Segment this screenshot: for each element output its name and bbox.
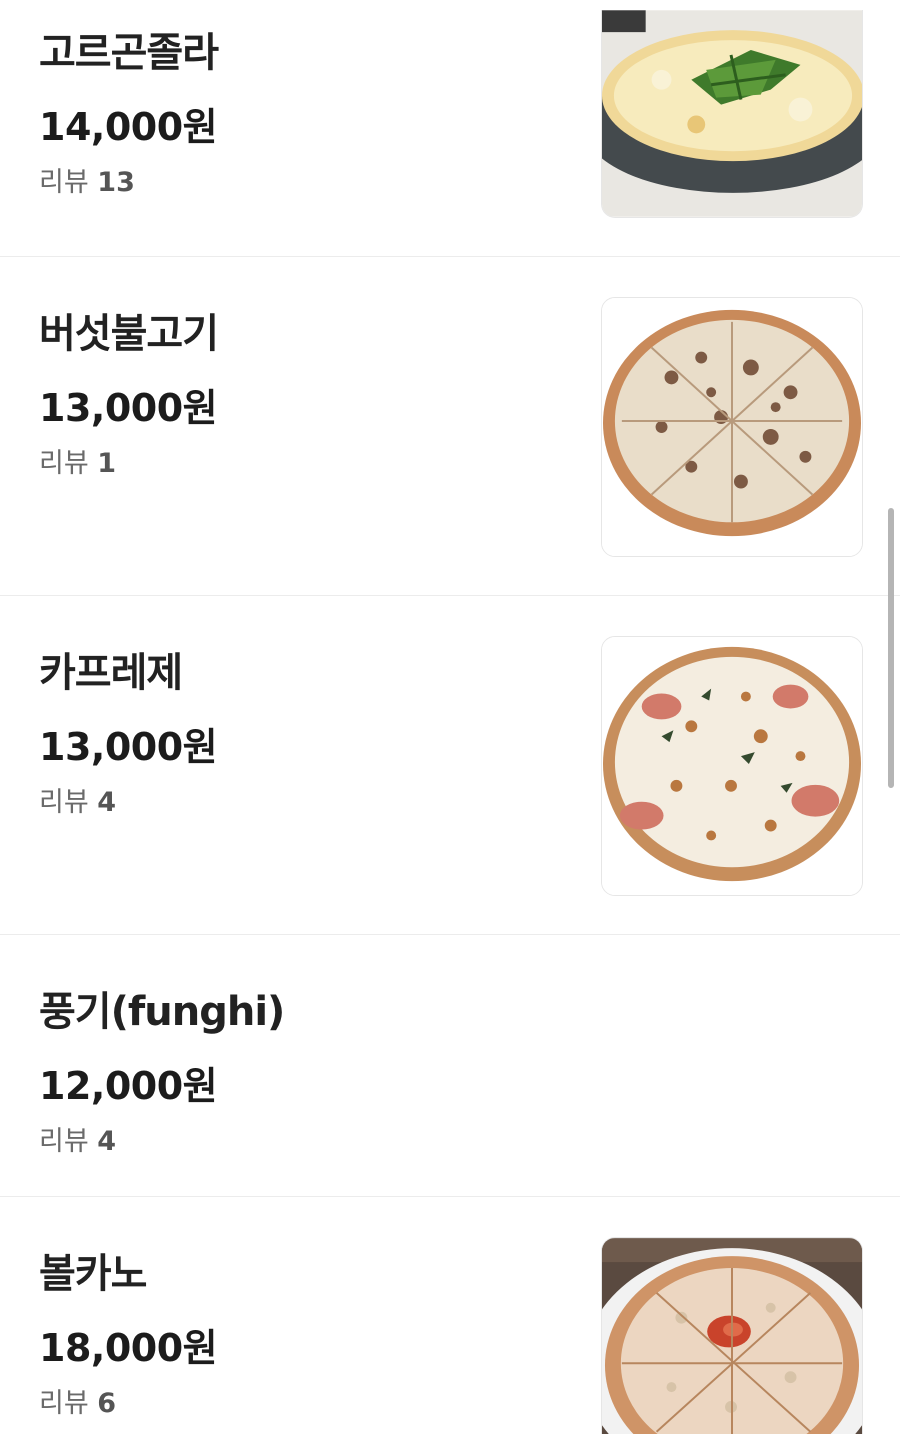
gorgonzola-pizza-image: [602, 10, 862, 217]
menu-item-review: 리뷰 4: [39, 1119, 116, 1158]
volcano-pizza-image: [602, 1238, 862, 1434]
menu-item-name: 풍기(funghi): [39, 989, 285, 1035]
review-count: 1: [97, 448, 117, 479]
menu-item-photo[interactable]: [601, 297, 863, 557]
mushroom-bulgogi-pizza-image: [602, 298, 862, 556]
review-count: 4: [97, 1126, 117, 1157]
review-label: 리뷰: [39, 448, 89, 479]
review-count: 4: [97, 787, 117, 818]
menu-item-review: 리뷰 6: [39, 1381, 116, 1420]
review-label: 리뷰: [39, 787, 89, 818]
menu-item-photo[interactable]: [601, 1237, 863, 1434]
menu-item-mushroom-bulgogi[interactable]: 버섯불고기 13,000원 리뷰 1: [0, 257, 900, 596]
menu-item-photo[interactable]: [601, 636, 863, 896]
menu-item-gorgonzola[interactable]: 고르곤졸라 14,000원 리뷰 13: [0, 0, 900, 257]
menu-item-funghi[interactable]: 풍기(funghi) 12,000원 리뷰 4: [0, 935, 900, 1197]
menu-item-price: 13,000원: [39, 725, 218, 769]
menu-item-price: 12,000원: [39, 1064, 218, 1108]
menu-item-photo[interactable]: [601, 10, 863, 218]
scrollbar[interactable]: [888, 508, 894, 788]
review-count: 13: [97, 167, 135, 198]
review-count: 6: [97, 1388, 117, 1419]
review-label: 리뷰: [39, 167, 89, 198]
menu-item-name: 카프레제: [39, 650, 183, 696]
menu-item-volcano[interactable]: 볼카노 18,000원 리뷰 6: [0, 1197, 900, 1434]
menu-item-caprese[interactable]: 카프레제 13,000원 리뷰 4: [0, 596, 900, 935]
review-label: 리뷰: [39, 1126, 89, 1157]
review-label: 리뷰: [39, 1388, 89, 1419]
menu-item-review: 리뷰 13: [39, 160, 135, 199]
menu-item-review: 리뷰 1: [39, 441, 116, 480]
menu-item-price: 18,000원: [39, 1326, 218, 1370]
caprese-pizza-image: [602, 637, 862, 895]
menu-item-name: 볼카노: [39, 1251, 147, 1297]
menu-item-name: 고르곤졸라: [39, 30, 219, 76]
menu-item-review: 리뷰 4: [39, 780, 116, 819]
menu-item-price: 13,000원: [39, 386, 218, 430]
menu-item-price: 14,000원: [39, 105, 218, 149]
menu-item-name: 버섯불고기: [39, 311, 219, 357]
